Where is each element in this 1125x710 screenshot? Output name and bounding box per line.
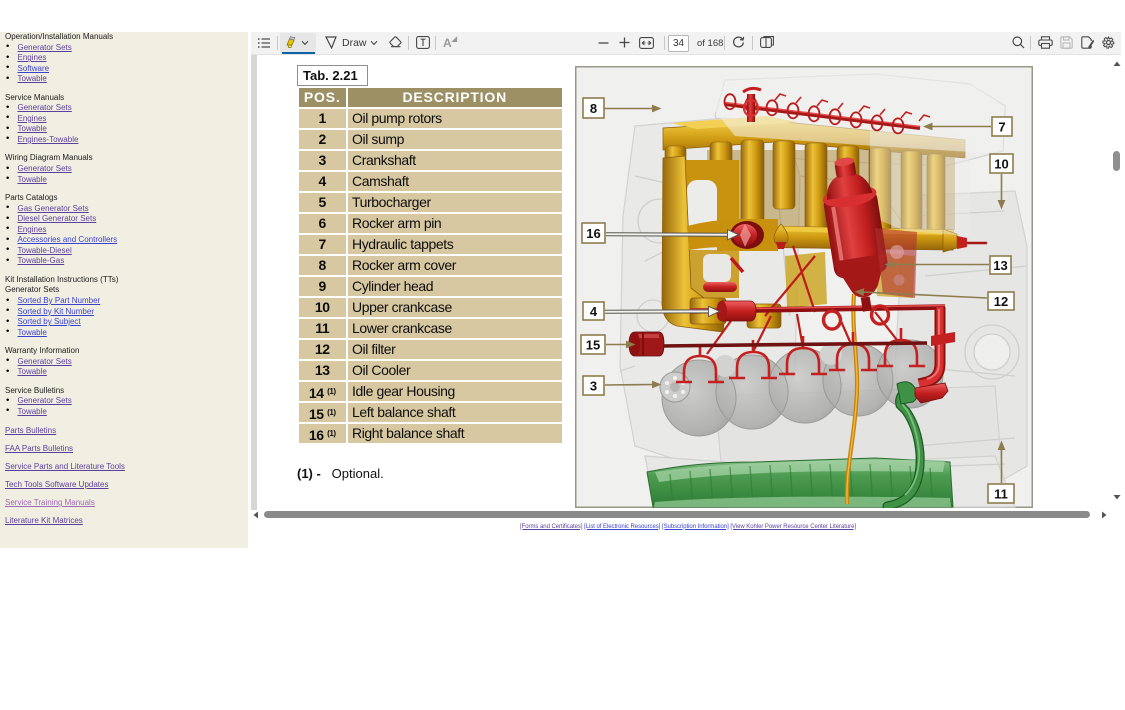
svg-text:7: 7	[998, 120, 1005, 135]
svg-text:3: 3	[590, 379, 597, 394]
svg-text:8: 8	[590, 101, 597, 116]
svg-text:16: 16	[586, 226, 600, 241]
svg-text:15: 15	[586, 338, 600, 353]
svg-text:4: 4	[590, 304, 598, 319]
svg-text:10: 10	[994, 157, 1008, 172]
svg-text:12: 12	[994, 294, 1008, 309]
svg-text:11: 11	[994, 487, 1008, 502]
svg-text:13: 13	[993, 258, 1007, 273]
